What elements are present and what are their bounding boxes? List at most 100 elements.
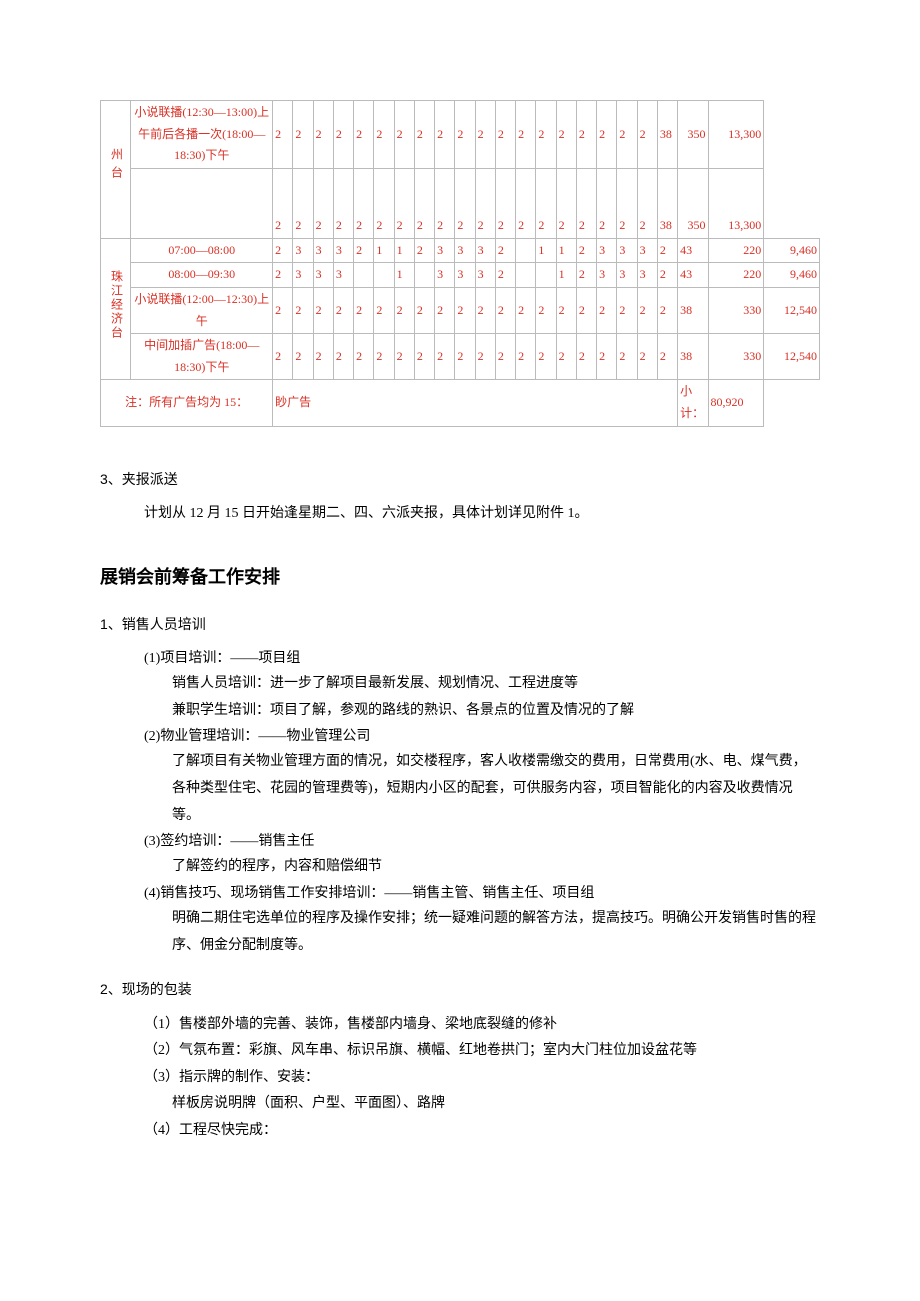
subtotal-label: 小计：: [678, 380, 708, 426]
day-cell: 2: [313, 287, 333, 333]
station-cell: 州台: [101, 101, 131, 239]
day-cell: 2: [354, 168, 374, 238]
sum-cell: 12,540: [764, 287, 820, 333]
day-cell: 2: [556, 101, 576, 169]
item-1-3: (3)签约培训：——销售主任: [144, 829, 820, 854]
section-3-body: 计划从 12 月 15 日开始逢星期二、四、六派夹报，具体计划详见附件 1。: [144, 501, 820, 528]
day-cell: 2: [475, 168, 495, 238]
sum-cell: 9,460: [764, 263, 820, 288]
day-cell: 2: [475, 287, 495, 333]
day-cell: 3: [333, 238, 353, 263]
day-cell: 2: [293, 334, 313, 380]
day-cell: 3: [333, 263, 353, 288]
item-1-1: (1)项目培训：——项目组: [144, 646, 820, 671]
day-cell: [536, 263, 556, 288]
day-cell: [414, 263, 434, 288]
day-cell: 2: [414, 334, 434, 380]
day-cell: 2: [394, 101, 414, 169]
day-cell: 1: [556, 263, 576, 288]
day-cell: 2: [617, 287, 637, 333]
ad-schedule-table: 州台小说联播(12:30—13:00)上午前后各播一次(18:00—18:30)…: [100, 100, 820, 427]
day-cell: 2: [435, 168, 455, 238]
note-right: 眇广告: [273, 380, 678, 426]
item-1-1b: 兼职学生培训：项目了解，参观的路线的熟识、各景点的位置及情况的了解: [172, 698, 820, 725]
item-1-2a: 了解项目有关物业管理方面的情况，如交楼程序，客人收楼需缴交的费用，日常费用(水、…: [172, 749, 820, 829]
day-cell: 3: [313, 263, 333, 288]
day-cell: 2: [556, 287, 576, 333]
station-cell: 珠江经济台: [101, 238, 131, 380]
day-cell: 2: [273, 101, 293, 169]
day-cell: 1: [536, 238, 556, 263]
total-cell: 38: [657, 101, 677, 169]
day-cell: 2: [495, 101, 515, 169]
sum-cell: 9,460: [764, 238, 820, 263]
unit-cell: 350: [678, 101, 708, 169]
day-cell: 2: [273, 287, 293, 333]
day-cell: 3: [455, 238, 475, 263]
day-cell: 2: [556, 168, 576, 238]
subtotal-value: 80,920: [708, 380, 764, 426]
day-cell: 3: [617, 238, 637, 263]
sum-cell: 13,300: [708, 101, 764, 169]
unit-cell: 330: [708, 334, 764, 380]
day-cell: 2: [657, 238, 677, 263]
program-cell: 07:00—08:00: [131, 238, 273, 263]
day-cell: 3: [435, 238, 455, 263]
day-cell: 2: [495, 168, 515, 238]
day-cell: 2: [414, 168, 434, 238]
item-1-heading: 1、销售人员培训: [100, 612, 820, 638]
day-cell: 2: [374, 101, 394, 169]
day-cell: 3: [435, 263, 455, 288]
unit-cell: 350: [678, 168, 708, 238]
prep-heading: 展销会前筹备工作安排: [100, 561, 820, 593]
day-cell: 2: [617, 168, 637, 238]
day-cell: 2: [354, 334, 374, 380]
day-cell: 2: [576, 263, 596, 288]
unit-cell: 330: [708, 287, 764, 333]
day-cell: 2: [597, 168, 617, 238]
item-2-3: （3）指示牌的制作、安装：: [144, 1065, 820, 1092]
total-cell: 38: [657, 168, 677, 238]
day-cell: 2: [414, 101, 434, 169]
day-cell: 2: [576, 168, 596, 238]
item-2-2: （2）气氛布置：彩旗、风车串、标识吊旗、横幅、红地卷拱门；室内大门柱位加设盆花等: [144, 1038, 820, 1065]
day-cell: 2: [617, 334, 637, 380]
day-cell: 2: [475, 334, 495, 380]
day-cell: 2: [455, 168, 475, 238]
day-cell: 2: [576, 101, 596, 169]
day-cell: 2: [313, 168, 333, 238]
day-cell: 3: [475, 263, 495, 288]
day-cell: 2: [617, 101, 637, 169]
day-cell: 2: [273, 263, 293, 288]
day-cell: 3: [597, 263, 617, 288]
day-cell: 3: [455, 263, 475, 288]
day-cell: 2: [374, 168, 394, 238]
day-cell: 3: [597, 238, 617, 263]
day-cell: 2: [516, 168, 536, 238]
day-cell: 2: [556, 334, 576, 380]
day-cell: 2: [495, 334, 515, 380]
item-2-4: （4）工程尽快完成：: [144, 1118, 820, 1145]
item-2-1: （1）售楼部外墙的完善、装饰，售楼部内墙身、梁地底裂缝的修补: [144, 1012, 820, 1039]
day-cell: 2: [576, 287, 596, 333]
day-cell: 2: [414, 287, 434, 333]
sum-cell: 13,300: [708, 168, 764, 238]
total-cell: 43: [678, 238, 708, 263]
day-cell: 2: [273, 334, 293, 380]
program-cell: 08:00—09:30: [131, 263, 273, 288]
day-cell: 2: [333, 101, 353, 169]
day-cell: 1: [374, 238, 394, 263]
day-cell: 2: [597, 287, 617, 333]
day-cell: 2: [516, 101, 536, 169]
day-cell: 2: [536, 334, 556, 380]
day-cell: 2: [293, 287, 313, 333]
day-cell: 3: [313, 238, 333, 263]
day-cell: [516, 238, 536, 263]
total-cell: 38: [678, 334, 708, 380]
day-cell: 2: [333, 334, 353, 380]
item-2-3a: 样板房说明牌（面积、户型、平面图）、路牌: [172, 1091, 820, 1118]
item-1-4a: 明确二期住宅选单位的程序及操作安排；统一疑难问题的解答方法，提高技巧。明确公开发…: [172, 906, 820, 959]
day-cell: 2: [414, 238, 434, 263]
day-cell: 1: [394, 238, 414, 263]
day-cell: 3: [617, 263, 637, 288]
